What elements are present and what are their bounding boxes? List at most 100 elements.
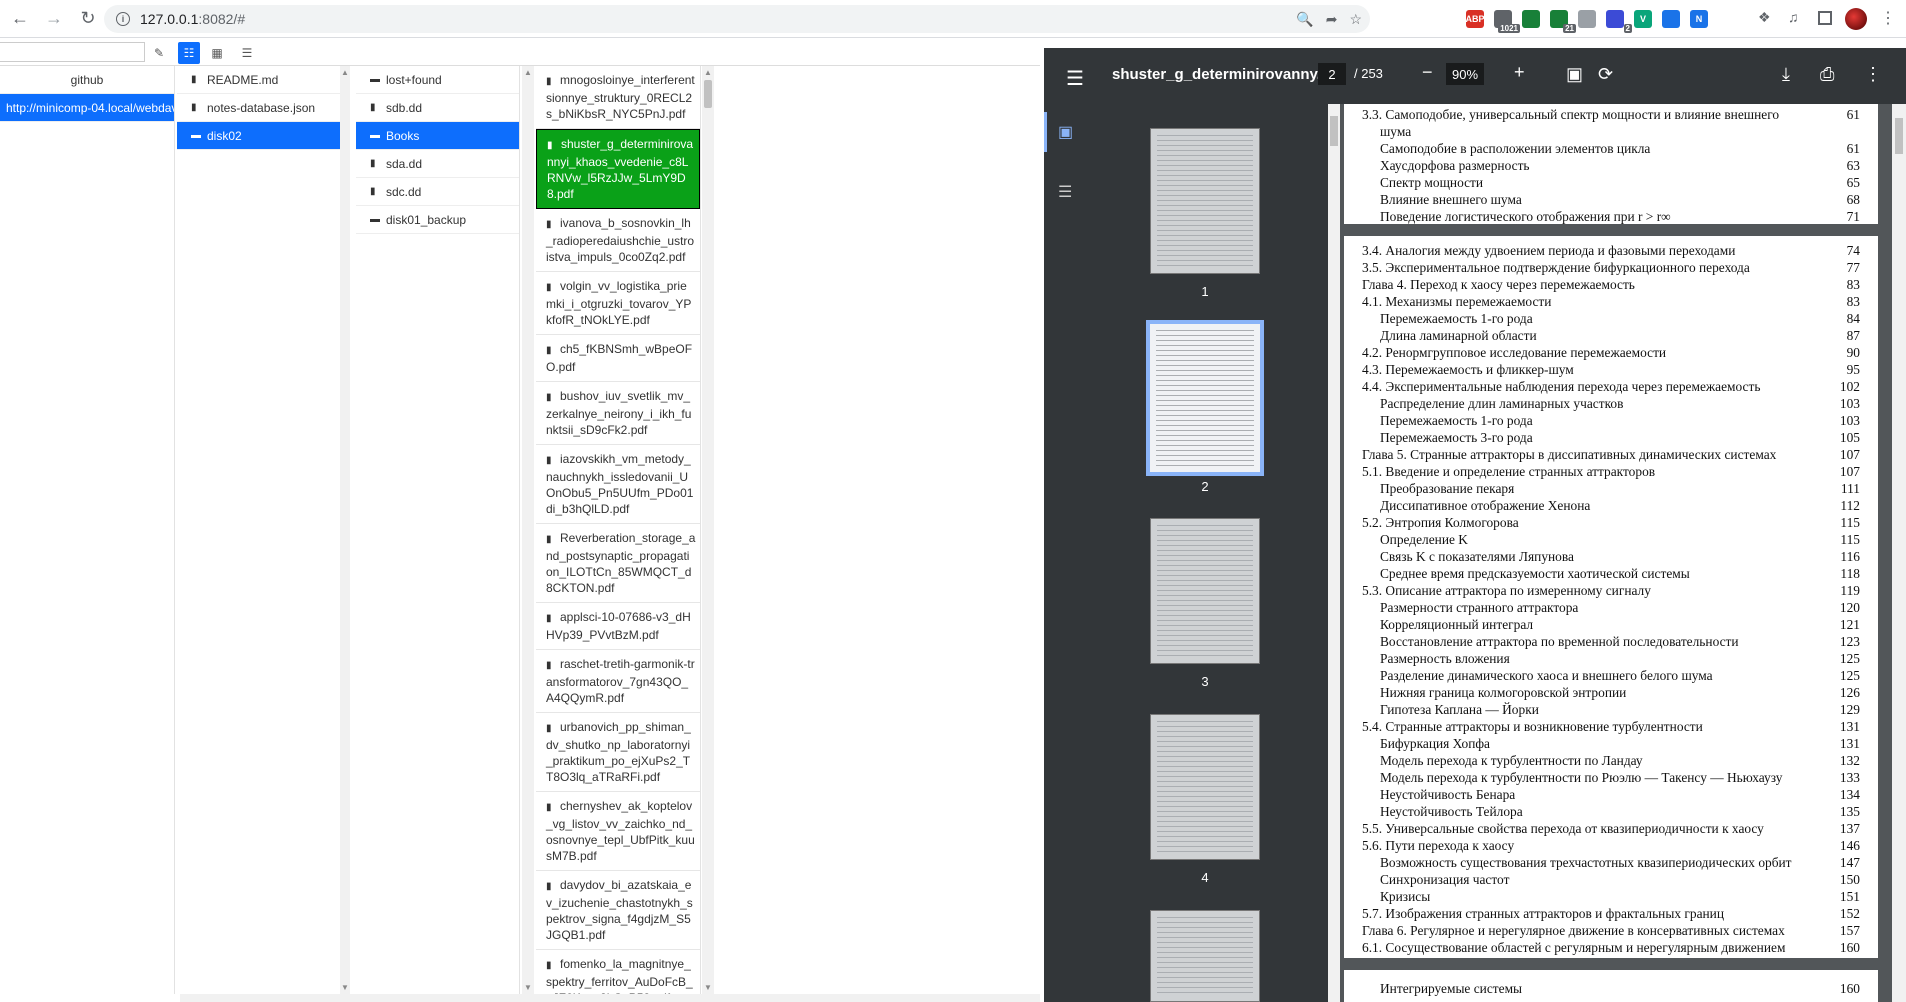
list-item[interactable]: ▬ Books xyxy=(356,122,519,150)
bookmark-star-icon[interactable]: ☆ xyxy=(1349,11,1362,28)
list-item[interactable]: ▬ lost+found xyxy=(356,66,519,94)
reload-icon[interactable]: ↻ xyxy=(74,5,102,33)
extensions-puzzle-icon[interactable]: ❖ xyxy=(1758,9,1771,26)
list-item[interactable]: ▮ sdb.dd xyxy=(356,94,519,122)
toc-entry[interactable]: Размерности странного аттрактора 120 xyxy=(1344,599,1878,616)
toc-entry[interactable]: 5.5. Универсальные свойства перехода от … xyxy=(1344,820,1878,837)
source-item-webdav[interactable]: http://minicomp-04.local/webdav xyxy=(0,94,174,122)
toc-entry[interactable]: Разделение динамического хаоса и внешнег… xyxy=(1344,667,1878,684)
toc-entry[interactable]: 5.7. Изображения странных аттракторов и … xyxy=(1344,905,1878,922)
toc-entry[interactable]: 4.2. Ренормгрупповое исследование переме… xyxy=(1344,344,1878,361)
column-root-scrollbar[interactable]: ▲ ▼ xyxy=(340,66,350,994)
media-control-icon[interactable]: ♫ xyxy=(1788,9,1799,25)
share-icon[interactable]: ➦ xyxy=(1326,11,1338,28)
reader-extension-icon[interactable] xyxy=(1578,10,1596,28)
page-thumbnail-5[interactable] xyxy=(1150,910,1260,1002)
toc-entry[interactable]: Перемежаемость 3-го рода 105 xyxy=(1344,429,1878,446)
file-item[interactable]: ▮ applsci-10-07686-v3_dHHVp39_PVvtBzM.pdf xyxy=(536,603,700,650)
zoom-in-icon[interactable]: + xyxy=(1514,62,1525,83)
file-item[interactable]: ▮ volgin_vv_logistika_priemki_i_otgruzki_… xyxy=(536,272,700,335)
toc-entry[interactable]: Поведение логистического отображения при… xyxy=(1344,208,1878,225)
toc-entry[interactable]: Перемежаемость 1-го рода 84 xyxy=(1344,310,1878,327)
profile-avatar[interactable] xyxy=(1845,8,1867,30)
toc-entry[interactable]: 3.3. Самоподобие, универсальный спектр м… xyxy=(1344,106,1878,123)
zoom-icon[interactable]: 🔍 xyxy=(1296,11,1313,28)
file-item[interactable]: ▮ davydov_bi_azatskaia_ev_izuchenie_chast… xyxy=(536,871,700,950)
toc-entry[interactable]: 5.4. Странные аттракторы и возникновение… xyxy=(1344,718,1878,735)
toc-entry[interactable]: Корреляционный интеграл 121 xyxy=(1344,616,1878,633)
rotate-icon[interactable]: ⟳ xyxy=(1598,64,1613,85)
list-item[interactable]: ▮ sda.dd xyxy=(356,150,519,178)
page-number-input[interactable]: 2 xyxy=(1318,63,1346,85)
toc-entry[interactable]: Глава 5. Странные аттракторы в диссипати… xyxy=(1344,446,1878,463)
toc-entry[interactable]: Связь K с показателями Ляпунова 116 xyxy=(1344,548,1878,565)
file-item[interactable]: ▮ bushov_iuv_svetlik_mv_zerkalnye_neirony… xyxy=(536,382,700,445)
side-panel-icon[interactable] xyxy=(1818,11,1832,25)
file-item[interactable]: ▮ shuster_g_determinirovannyi_khaos_vvede… xyxy=(536,129,700,209)
toc-entry[interactable]: Неустойчивость Тейлора 135 xyxy=(1344,803,1878,820)
toc-entry[interactable]: Размерность вложения 125 xyxy=(1344,650,1878,667)
file-item[interactable]: ▮ urbanovich_pp_shiman_dv_shutko_np_labor… xyxy=(536,713,700,792)
outline-icon[interactable]: ☰ xyxy=(1058,182,1072,202)
download-icon[interactable]: ⤓ xyxy=(1782,64,1790,85)
toc-entry[interactable]: 5.6. Пути перехода к хаосу 146 xyxy=(1344,837,1878,854)
toc-entry[interactable]: 5.2. Энтропия Колмогорова 115 xyxy=(1344,514,1878,531)
file-item[interactable]: ▮ raschet-tretih-garmonik-transformatorov… xyxy=(536,650,700,713)
toc-entry[interactable]: Глава 6. Регулярное и нерегулярное движе… xyxy=(1344,922,1878,939)
toc-entry[interactable]: шума xyxy=(1344,123,1878,140)
grid-view-icon[interactable]: ▦ xyxy=(206,42,228,64)
sidebar-menu-icon[interactable]: ☰ xyxy=(1066,66,1084,91)
counter-extension-icon[interactable]: 1021 xyxy=(1494,10,1520,33)
toc-entry[interactable]: Восстановление аттрактора по временной п… xyxy=(1344,633,1878,650)
toc-entry[interactable]: Хаусдорфова размерность 63 xyxy=(1344,157,1878,174)
page-thumbnail-1[interactable] xyxy=(1150,128,1260,274)
toc-entry[interactable]: Распределение длин ламинарных участков 10… xyxy=(1344,395,1878,412)
file-item[interactable]: ▮ mnogosloinye_interferentsionnye_struktu… xyxy=(536,66,700,129)
toc-entry[interactable]: Интегрируемые системы 160 xyxy=(1344,980,1878,997)
toc-entry[interactable]: Среднее время предсказуемости хаотическо… xyxy=(1344,565,1878,582)
more-options-icon[interactable]: ⋮ xyxy=(1864,64,1882,85)
file-item[interactable]: ▮ Reverberation_storage_and_postsynaptic_… xyxy=(536,524,700,603)
toc-entry[interactable]: Глава 4. Переход к хаосу через перемежае… xyxy=(1344,276,1878,293)
vue-extension-icon[interactable]: V xyxy=(1634,10,1652,28)
list-item[interactable]: ▮ notes-database.json xyxy=(177,94,340,122)
column-books-scrollbar[interactable]: ▲ ▼ xyxy=(702,66,714,994)
back-icon[interactable]: ← xyxy=(6,5,34,33)
toc-entry[interactable]: Неустойчивость Бенара 134 xyxy=(1344,786,1878,803)
n-extension-icon[interactable]: N xyxy=(1690,10,1708,28)
toc-entry[interactable]: 4.4. Экспериментальные наблюдения перехо… xyxy=(1344,378,1878,395)
toc-entry[interactable]: Самоподобие в расположении элементов цик… xyxy=(1344,140,1878,157)
browser-menu-icon[interactable]: ⋮ xyxy=(1880,8,1896,28)
page-thumbnail-2[interactable] xyxy=(1146,320,1264,476)
forward-icon[interactable]: → xyxy=(40,5,68,33)
columns-view-icon[interactable]: ☷ xyxy=(178,42,200,64)
toc-entry[interactable]: Кризисы 151 xyxy=(1344,888,1878,905)
toc-entry[interactable]: Нижняя граница колмогоровской энтропии 12… xyxy=(1344,684,1878,701)
list-item[interactable]: ▬ disk02 xyxy=(177,122,340,150)
zoom-level-input[interactable]: 90% xyxy=(1446,63,1484,85)
adblock-icon[interactable]: ABP xyxy=(1466,10,1485,28)
toc-entry[interactable]: Преобразование пекаря 111 xyxy=(1344,480,1878,497)
thumbnails-icon[interactable]: ▣ xyxy=(1058,122,1073,142)
edit-pencil-icon[interactable]: ✎ xyxy=(148,42,170,64)
resize-extension-icon[interactable] xyxy=(1662,10,1680,28)
shapes-extension-icon[interactable]: 2 xyxy=(1606,10,1632,33)
fit-page-icon[interactable]: ▣ xyxy=(1566,64,1583,85)
toc-entry[interactable]: Перемежаемость 1-го рода 103 xyxy=(1344,412,1878,429)
list-item[interactable]: ▬ disk01_backup xyxy=(356,206,519,234)
file-item[interactable]: ▮ fomenko_la_magnitnye_spektry_ferritov_A… xyxy=(536,950,700,994)
toc-entry[interactable]: 4.1. Механизмы перемежаемости 83 xyxy=(1344,293,1878,310)
sheets-extension-icon[interactable]: 21 xyxy=(1550,10,1576,33)
toc-entry[interactable]: Диссипативное отображение Хенона 112 xyxy=(1344,497,1878,514)
thumbnail-scrollbar[interactable] xyxy=(1328,104,1340,1002)
toc-entry[interactable]: Влияние внешнего шума 68 xyxy=(1344,191,1878,208)
toc-entry[interactable]: 5.3. Описание аттрактора по измеренному … xyxy=(1344,582,1878,599)
path-input[interactable] xyxy=(0,42,145,62)
toc-entry[interactable]: 3.5. Экспериментальное подтверждение биф… xyxy=(1344,259,1878,276)
toc-entry[interactable]: 4.3. Перемежаемость и фликкер-шум 95 xyxy=(1344,361,1878,378)
page-thumbnail-3[interactable] xyxy=(1150,518,1260,664)
list-view-icon[interactable]: ☰ xyxy=(236,42,258,64)
toc-entry[interactable]: 6.1. Сосуществование областей с регулярн… xyxy=(1344,939,1878,956)
page-thumbnail-4[interactable] xyxy=(1150,714,1260,860)
toc-entry[interactable]: Синхронизация частот 150 xyxy=(1344,871,1878,888)
